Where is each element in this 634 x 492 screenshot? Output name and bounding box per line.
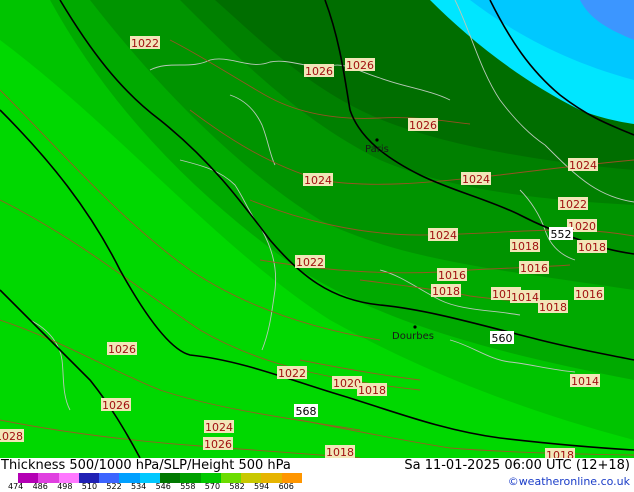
pressure-label: 1018 xyxy=(538,300,568,314)
pressure-label-text: 1018 xyxy=(326,446,354,458)
pressure-label-text: 1026 xyxy=(108,343,136,356)
pressure-label: 1022 xyxy=(277,366,307,380)
pressure-label-text: 1018 xyxy=(432,285,460,298)
pressure-label-text: 1024 xyxy=(304,174,332,187)
pressure-label-text: 1018 xyxy=(578,241,606,254)
pressure-label: 1024 xyxy=(461,172,491,186)
height-label: 560 xyxy=(490,331,514,345)
pressure-label: 1016 xyxy=(574,287,604,301)
pressure-label-text: 1024 xyxy=(569,159,597,172)
pressure-label-text: 1014 xyxy=(511,291,539,304)
pressure-label: 1018 xyxy=(431,284,461,298)
legend-ticks: 474 486 498 510 522 534 546 558 570 582 594 606 xyxy=(8,482,338,492)
pressure-label-text: 1028 xyxy=(0,430,23,443)
pressure-label-text: 1018 xyxy=(511,240,539,253)
pressure-label-text: 1026 xyxy=(409,119,437,132)
pressure-label-text: 1024 xyxy=(429,229,457,242)
pressure-label: 1026 xyxy=(101,398,131,412)
pressure-label-text: 1022 xyxy=(278,367,306,380)
pressure-label: 1022 xyxy=(130,36,160,50)
height-label-text: 568 xyxy=(296,405,317,418)
pressure-label-text: 1020 xyxy=(333,377,361,390)
weather-map: Paris Dourbes 1022 1026 1026 1026 1024 1024 10… xyxy=(0,0,634,458)
pressure-label: 1014 xyxy=(570,374,600,388)
map-canvas: Paris Dourbes 1022 1026 1026 1026 1024 1024 10… xyxy=(0,0,634,458)
footer: Thickness 500/1000 hPa/SLP/Height 500 hP… xyxy=(0,458,634,492)
pressure-label: 1016 xyxy=(519,261,549,275)
pressure-label: 1018 xyxy=(577,240,607,254)
city-paris: Paris xyxy=(365,144,389,155)
pressure-label: 1026 xyxy=(408,118,438,132)
pressure-label: 1026 xyxy=(107,342,137,356)
pressure-label-text: 1026 xyxy=(346,59,374,72)
map-datetime: Sa 11-01-2025 06:00 UTC (12+18) xyxy=(404,458,630,473)
pressure-label-text: 1018 xyxy=(539,301,567,314)
pressure-label-text: 1016 xyxy=(575,288,603,301)
pressure-label: 1016 xyxy=(437,268,467,282)
pressure-label-text: 1026 xyxy=(305,65,333,78)
pressure-label-text: 1016 xyxy=(438,269,466,282)
pressure-label-text: 1018 xyxy=(358,384,386,397)
pressure-label: 1014 xyxy=(510,290,540,304)
height-label: 552 xyxy=(549,227,573,241)
pressure-label: 1024 xyxy=(568,158,598,172)
credit-link[interactable]: ©weatheronline.co.uk xyxy=(508,475,630,488)
height-label: 568 xyxy=(294,404,318,418)
pressure-label: 1024 xyxy=(428,228,458,242)
pressure-label-text: 1024 xyxy=(205,421,233,434)
pressure-label-text: 1014 xyxy=(571,375,599,388)
height-label-text: 560 xyxy=(492,332,513,345)
pressure-label: 1018 xyxy=(357,383,387,397)
pressure-label: 1022 xyxy=(295,255,325,269)
map-title: Thickness 500/1000 hPa/SLP/Height 500 hP… xyxy=(1,458,291,473)
height-label-text: 552 xyxy=(551,228,572,241)
pressure-label: 1028 xyxy=(0,429,24,443)
pressure-label-text: 1018 xyxy=(546,449,574,458)
city-dourbes: Dourbes xyxy=(392,331,434,342)
pressure-label: 1024 xyxy=(303,173,333,187)
pressure-label-text: 1016 xyxy=(520,262,548,275)
pressure-label-text: 1026 xyxy=(102,399,130,412)
pressure-label: 1024 xyxy=(204,420,234,434)
pressure-label-text: 1022 xyxy=(559,198,587,211)
pressure-label: 1026 xyxy=(345,58,375,72)
pressure-label: 1018 xyxy=(545,448,575,458)
pressure-label-text: 1022 xyxy=(296,256,324,269)
paris-marker xyxy=(375,138,379,142)
pressure-label-text: 1022 xyxy=(131,37,159,50)
pressure-label-text: 1026 xyxy=(204,438,232,451)
pressure-label: 1026 xyxy=(203,437,233,451)
pressure-label-text: 1024 xyxy=(462,173,490,186)
pressure-label: 1026 xyxy=(304,64,334,78)
pressure-label: 1018 xyxy=(325,445,355,458)
pressure-label: 1022 xyxy=(558,197,588,211)
pressure-label: 1018 xyxy=(510,239,540,253)
dourbes-marker xyxy=(413,325,417,329)
